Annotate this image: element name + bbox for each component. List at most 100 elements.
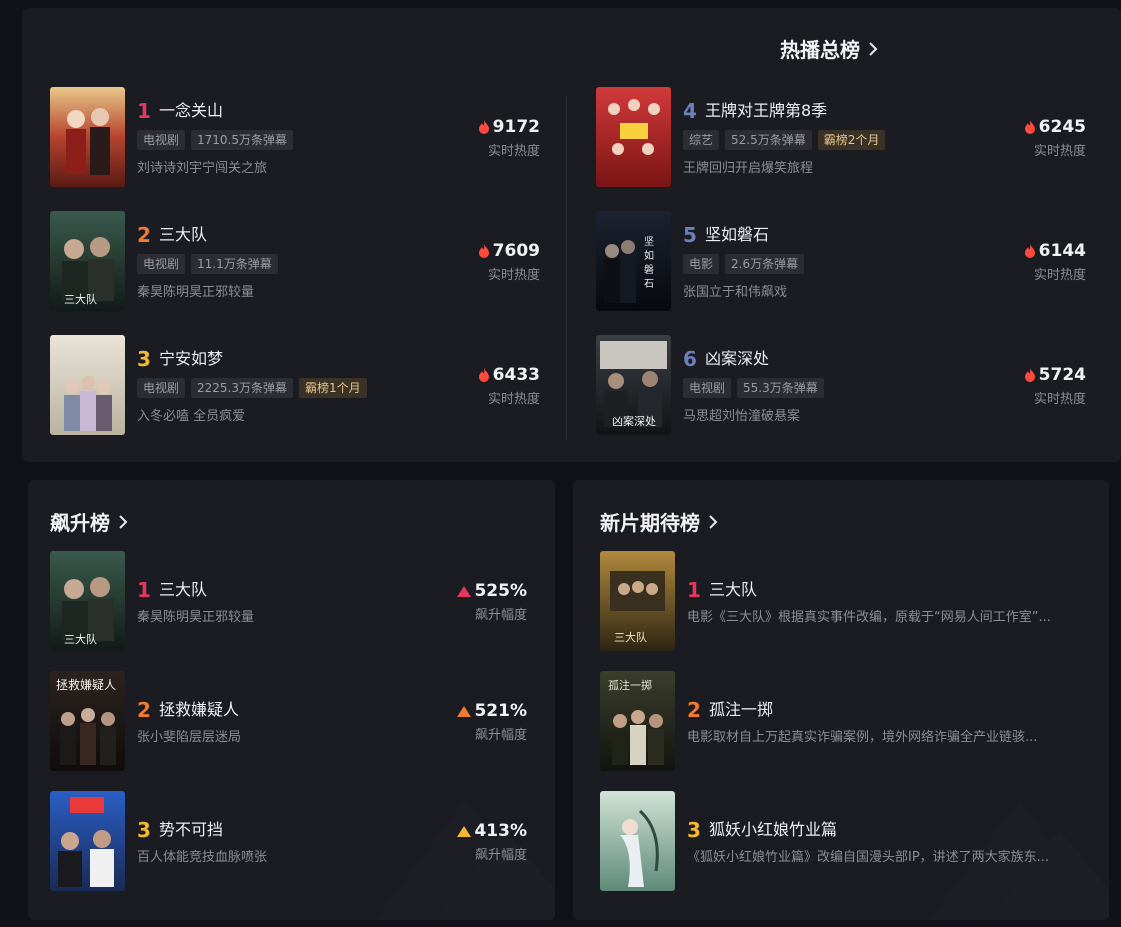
anticipated-list-item[interactable]: 孤注一掷 2 孤注一掷 电影取材自上万起真实诈骗案例，境外网络诈骗全产业链骇..…: [600, 671, 1090, 771]
hot-list-item[interactable]: 4 王牌对王牌第8季 综艺 52.5万条弹幕 霸榜2个月 王牌回归开启爆笑旅程 …: [596, 87, 1096, 187]
tag-group: 电视剧 11.1万条弹幕: [137, 254, 278, 274]
description: 百人体能竞技血脉喷张: [137, 850, 268, 865]
rank-number: 2: [137, 698, 151, 722]
danmaku-count-tag: 1710.5万条弹幕: [191, 130, 294, 150]
rising-triangle-icon: [457, 705, 472, 717]
heat-score: 7609: [450, 241, 540, 261]
heat-label: 实时热度: [1033, 392, 1086, 407]
poster-image[interactable]: 坚如磐石: [596, 211, 671, 311]
rise-label: 飙升幅度: [474, 848, 527, 863]
rise-value: 525%: [437, 581, 527, 601]
description: 入冬必嗑 全员疯爱: [137, 409, 246, 424]
rise-label: 飙升幅度: [474, 728, 527, 743]
rising-list-item[interactable]: 拯救嫌疑人 2 拯救嫌疑人 张小斐陷层层迷局 521% 飙升幅度: [50, 671, 540, 771]
description: 秦昊陈明昊正邪较量: [137, 610, 255, 625]
tag-group: 电影 2.6万条弹幕: [683, 254, 805, 274]
title-link[interactable]: 宁安如梦: [159, 347, 223, 371]
poster-image[interactable]: [596, 87, 671, 187]
hot-chart-title-link[interactable]: 热播总榜: [780, 34, 880, 63]
title-link[interactable]: 三大队: [709, 578, 757, 602]
title-link[interactable]: 一念关山: [159, 99, 223, 123]
poster-image[interactable]: [600, 791, 675, 891]
rise-percent: 521%: [474, 701, 527, 721]
heat-value: 9172: [492, 117, 540, 137]
rank-number: 2: [687, 698, 701, 722]
title-link[interactable]: 拯救嫌疑人: [159, 698, 239, 722]
poster-image[interactable]: 三大队: [50, 551, 125, 651]
rank-number: 3: [687, 818, 701, 842]
title-link[interactable]: 孤注一掷: [709, 698, 773, 722]
danmaku-count-tag: 11.1万条弹幕: [191, 254, 278, 274]
rising-chart-panel: 飙升榜 三大队 1 三大队 秦昊陈明昊正邪较量 525% 飙升幅度 拯救嫌疑人 …: [28, 480, 555, 920]
hot-list-item[interactable]: 三大队 2 三大队 电视剧 11.1万条弹幕 秦昊陈明昊正邪较量 7609 实时…: [50, 211, 550, 311]
rank-number: 1: [687, 578, 701, 602]
svg-text:孤注一掷: 孤注一掷: [608, 678, 652, 692]
tag-group: 电视剧 2225.3万条弹幕 霸榜1个月: [137, 378, 367, 398]
description: 刘诗诗刘宇宁闯关之旅: [137, 161, 268, 176]
title-link[interactable]: 三大队: [159, 223, 207, 247]
heat-value: 7609: [492, 241, 540, 261]
divider: [566, 96, 567, 440]
danmaku-count-tag: 52.5万条弹幕: [725, 130, 812, 150]
hot-list-item[interactable]: 1 一念关山 电视剧 1710.5万条弹幕 刘诗诗刘宇宁闯关之旅 9172 实时…: [50, 87, 550, 187]
category-tag: 电视剧: [683, 378, 732, 398]
flame-icon: [1024, 244, 1035, 258]
flame-icon: [478, 120, 489, 134]
category-tag: 电视剧: [137, 378, 186, 398]
title-link[interactable]: 凶案深处: [705, 347, 769, 371]
poster-image[interactable]: [50, 87, 125, 187]
chevron-right-icon: [869, 41, 878, 56]
hot-list-item[interactable]: 3 宁安如梦 电视剧 2225.3万条弹幕 霸榜1个月 入冬必嗑 全员疯爱 64…: [50, 335, 550, 435]
title-link[interactable]: 坚如磐石: [705, 223, 769, 247]
category-tag: 综艺: [683, 130, 720, 150]
svg-text:如: 如: [644, 249, 654, 262]
title-link[interactable]: 势不可挡: [159, 818, 223, 842]
heat-score: 5724: [996, 365, 1086, 385]
description: 张小斐陷层层迷局: [137, 730, 242, 745]
heat-label: 实时热度: [1033, 268, 1086, 283]
title-link[interactable]: 三大队: [159, 578, 207, 602]
tag-group: 电视剧 1710.5万条弹幕: [137, 130, 294, 150]
rising-chart-title-link[interactable]: 飙升榜: [50, 507, 130, 536]
description: 电影《三大队》根据真实事件改编，原载于“网易人间工作室”...: [687, 610, 1051, 625]
title-link[interactable]: 王牌对王牌第8季: [705, 99, 827, 123]
rising-triangle-icon: [457, 585, 472, 597]
heat-score: 6144: [996, 241, 1086, 261]
heat-label: 实时热度: [487, 392, 540, 407]
poster-image[interactable]: [50, 791, 125, 891]
chevron-right-icon: [119, 514, 128, 529]
rising-list-item[interactable]: 三大队 1 三大队 秦昊陈明昊正邪较量 525% 飙升幅度: [50, 551, 540, 651]
rank-number: 1: [137, 99, 151, 123]
flame-icon: [1024, 120, 1035, 134]
title-link[interactable]: 狐妖小红娘竹业篇: [709, 818, 837, 842]
hot-list-item[interactable]: 坚如磐石 5 坚如磐石 电影 2.6万条弹幕 张国立于和伟飙戏 6144 实时热…: [596, 211, 1096, 311]
svg-text:磐: 磐: [644, 263, 654, 276]
hot-chart-title: 热播总榜: [780, 38, 860, 62]
description: 张国立于和伟飙戏: [683, 285, 788, 300]
rank-number: 1: [137, 578, 151, 602]
poster-image[interactable]: 三大队: [600, 551, 675, 651]
poster-image[interactable]: 凶案深处: [596, 335, 671, 435]
hot-list-item[interactable]: 凶案深处 6 凶案深处 电视剧 55.3万条弹幕 马思超刘怡潼破悬案 5724 …: [596, 335, 1096, 435]
flame-icon: [478, 244, 489, 258]
poster-image[interactable]: 三大队: [50, 211, 125, 311]
anticipated-list-item[interactable]: 三大队 1 三大队 电影《三大队》根据真实事件改编，原载于“网易人间工作室”..…: [600, 551, 1090, 651]
svg-text:凶案深处: 凶案深处: [612, 414, 656, 428]
rank-number: 6: [683, 347, 697, 371]
rank-number: 5: [683, 223, 697, 247]
rising-chart-title: 飙升榜: [50, 511, 110, 535]
poster-image[interactable]: 孤注一掷: [600, 671, 675, 771]
rise-percent: 413%: [474, 821, 527, 841]
anticipated-chart-panel: 新片期待榜 三大队 1 三大队 电影《三大队》根据真实事件改编，原载于“网易人间…: [573, 480, 1109, 920]
svg-text:三大队: 三大队: [64, 292, 97, 306]
rising-list-item[interactable]: 3 势不可挡 百人体能竞技血脉喷张 413% 飙升幅度: [50, 791, 540, 891]
poster-image[interactable]: 拯救嫌疑人: [50, 671, 125, 771]
svg-text:石: 石: [644, 279, 654, 290]
anticipated-list-item[interactable]: 3 狐妖小红娘竹业篇 《狐妖小红娘竹业篇》改编自国漫头部IP，讲述了两大家族东.…: [600, 791, 1090, 891]
anticipated-chart-title-link[interactable]: 新片期待榜: [600, 507, 720, 536]
flame-icon: [478, 368, 489, 382]
poster-image[interactable]: [50, 335, 125, 435]
heat-value: 6245: [1038, 117, 1086, 137]
chart-duration-badge: 霸榜2个月: [817, 130, 886, 150]
heat-label: 实时热度: [1033, 144, 1086, 159]
